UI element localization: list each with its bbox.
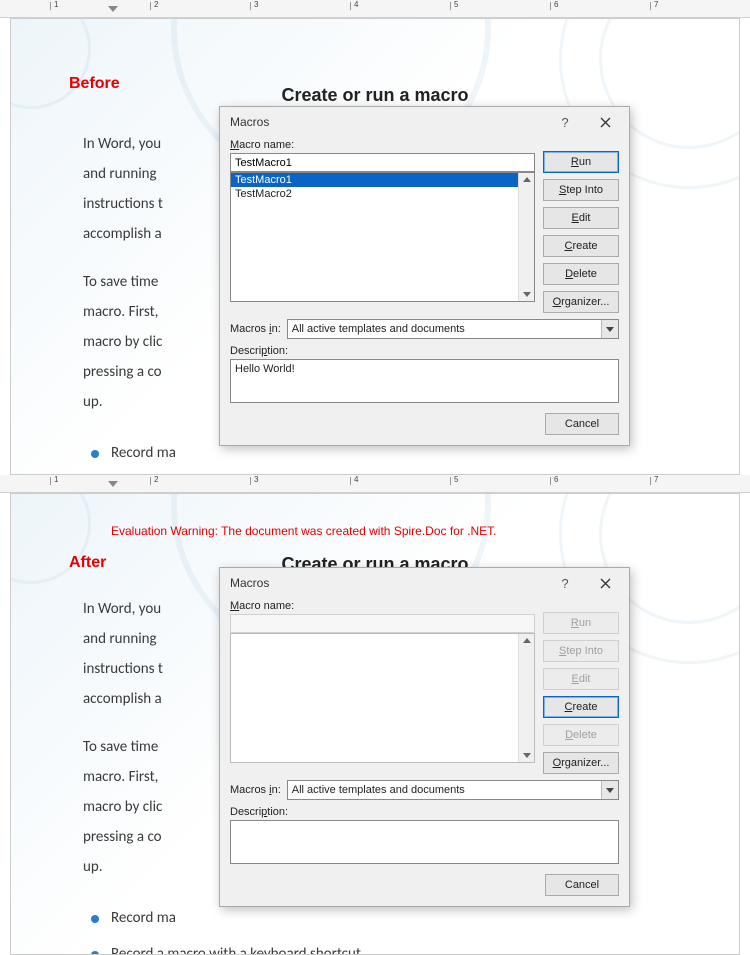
- macro-list[interactable]: [230, 633, 535, 763]
- scroll-down-icon[interactable]: [523, 292, 531, 297]
- ruler-mark: 2: [154, 0, 158, 9]
- ruler-mark: 1: [54, 0, 58, 9]
- doc-text: In Word, you: [83, 600, 161, 618]
- description-box[interactable]: Hello World!: [230, 359, 619, 403]
- doc-text: and running: [83, 630, 157, 648]
- macro-name-input[interactable]: [230, 153, 535, 172]
- step-into-button: Step Into: [543, 640, 619, 662]
- indent-marker-icon[interactable]: [108, 481, 118, 487]
- ruler: 1 2 3 4 5 6 7: [0, 0, 750, 18]
- ruler-mark: 5: [454, 475, 458, 484]
- doc-text: instructions t: [83, 660, 163, 678]
- macros-dialog: Macros ? Macro name: TestMacro1 TestMacr…: [219, 106, 630, 446]
- ruler-mark: 5: [454, 0, 458, 9]
- dialog-title: Macros: [230, 576, 545, 590]
- ruler-mark: 1: [54, 475, 58, 484]
- macros-in-dropdown[interactable]: All active templates and documents: [287, 780, 619, 800]
- scroll-up-icon[interactable]: [523, 638, 531, 643]
- ruler: 1 2 3 4 5 6 7: [0, 475, 750, 493]
- close-button[interactable]: [585, 108, 625, 136]
- doc-text: up.: [83, 858, 103, 876]
- cancel-button[interactable]: Cancel: [545, 874, 619, 896]
- doc-text: up.: [83, 393, 103, 411]
- macros-in-dropdown[interactable]: All active templates and documents: [287, 319, 619, 339]
- macro-list-item[interactable]: TestMacro1: [231, 173, 534, 187]
- chevron-down-icon[interactable]: [601, 781, 618, 799]
- indent-marker-icon[interactable]: [108, 6, 118, 12]
- scroll-up-icon[interactable]: [523, 177, 531, 182]
- description-label: Description:: [230, 806, 619, 818]
- doc-text: pressing a co: [83, 363, 162, 381]
- list-item: Record a macro with a keyboard shortcut: [83, 936, 643, 955]
- macros-in-label: Macros in:: [230, 323, 281, 335]
- doc-text: macro by clic: [83, 333, 162, 351]
- create-button[interactable]: Create: [543, 696, 619, 718]
- ruler-mark: 6: [554, 475, 558, 484]
- delete-button[interactable]: Delete: [543, 263, 619, 285]
- macros-in-label: Macros in:: [230, 784, 281, 796]
- ruler-mark: 7: [654, 0, 658, 9]
- ruler-mark: 7: [654, 475, 658, 484]
- description-box[interactable]: [230, 820, 619, 864]
- macro-name-input[interactable]: [230, 614, 535, 633]
- delete-button: Delete: [543, 724, 619, 746]
- document-title: Create or run a macro: [11, 85, 739, 106]
- close-button[interactable]: [585, 569, 625, 597]
- macros-in-value: All active templates and documents: [292, 784, 465, 796]
- organizer-button[interactable]: Organizer...: [543, 291, 619, 313]
- create-button[interactable]: Create: [543, 235, 619, 257]
- ruler-mark: 2: [154, 475, 158, 484]
- doc-text: To save time: [83, 273, 158, 291]
- scene-before: 1 2 3 4 5 6 7 Before Create or run a mac…: [0, 0, 750, 475]
- step-into-button[interactable]: Step Into: [543, 179, 619, 201]
- scrollbar[interactable]: [518, 173, 534, 301]
- close-icon: [600, 117, 611, 128]
- doc-text: To save time: [83, 738, 158, 756]
- list-item-text: Record a macro with a keyboard shortcut: [111, 945, 361, 955]
- evaluation-warning: Evaluation Warning: The document was cre…: [111, 524, 497, 538]
- doc-text: macro by clic: [83, 798, 162, 816]
- ruler-mark: 4: [354, 475, 358, 484]
- run-button: Run: [543, 612, 619, 634]
- help-button[interactable]: ?: [545, 569, 585, 597]
- cancel-button[interactable]: Cancel: [545, 413, 619, 435]
- edit-button[interactable]: Edit: [543, 207, 619, 229]
- description-text: Hello World!: [235, 363, 295, 375]
- run-button[interactable]: Run: [543, 151, 619, 173]
- edit-button: Edit: [543, 668, 619, 690]
- macro-name-label: Macro name:: [230, 139, 535, 151]
- doc-text: accomplish a: [83, 690, 162, 708]
- doc-text: macro. First,: [83, 768, 158, 786]
- close-icon: [600, 578, 611, 589]
- dialog-titlebar[interactable]: Macros ?: [220, 107, 629, 137]
- scroll-down-icon[interactable]: [523, 753, 531, 758]
- dialog-titlebar[interactable]: Macros ?: [220, 568, 629, 598]
- ruler-mark: 3: [254, 0, 258, 9]
- doc-text: macro. First,: [83, 303, 158, 321]
- ruler-mark: 3: [254, 475, 258, 484]
- ruler-mark: 6: [554, 0, 558, 9]
- list-item-text: Record ma: [111, 909, 176, 927]
- organizer-button[interactable]: Organizer...: [543, 752, 619, 774]
- macro-list[interactable]: TestMacro1 TestMacro2: [230, 172, 535, 302]
- doc-text: accomplish a: [83, 225, 162, 243]
- dialog-title: Macros: [230, 115, 545, 129]
- description-label: Description:: [230, 345, 619, 357]
- doc-text: In Word, you: [83, 135, 161, 153]
- list-item-text: Record ma: [111, 444, 176, 462]
- macro-list-item[interactable]: TestMacro2: [231, 187, 534, 201]
- macro-name-label: Macro name:: [230, 600, 535, 612]
- ruler-mark: 4: [354, 0, 358, 9]
- help-button[interactable]: ?: [545, 108, 585, 136]
- chevron-down-icon[interactable]: [601, 320, 618, 338]
- scene-after: 1 2 3 4 5 6 7 Evaluation Warning: The do…: [0, 475, 750, 955]
- doc-text: instructions t: [83, 195, 163, 213]
- doc-text: and running: [83, 165, 157, 183]
- macros-in-value: All active templates and documents: [292, 323, 465, 335]
- doc-text: pressing a co: [83, 828, 162, 846]
- macros-dialog: Macros ? Macro name: Run Step Into: [219, 567, 630, 907]
- scrollbar[interactable]: [518, 634, 534, 762]
